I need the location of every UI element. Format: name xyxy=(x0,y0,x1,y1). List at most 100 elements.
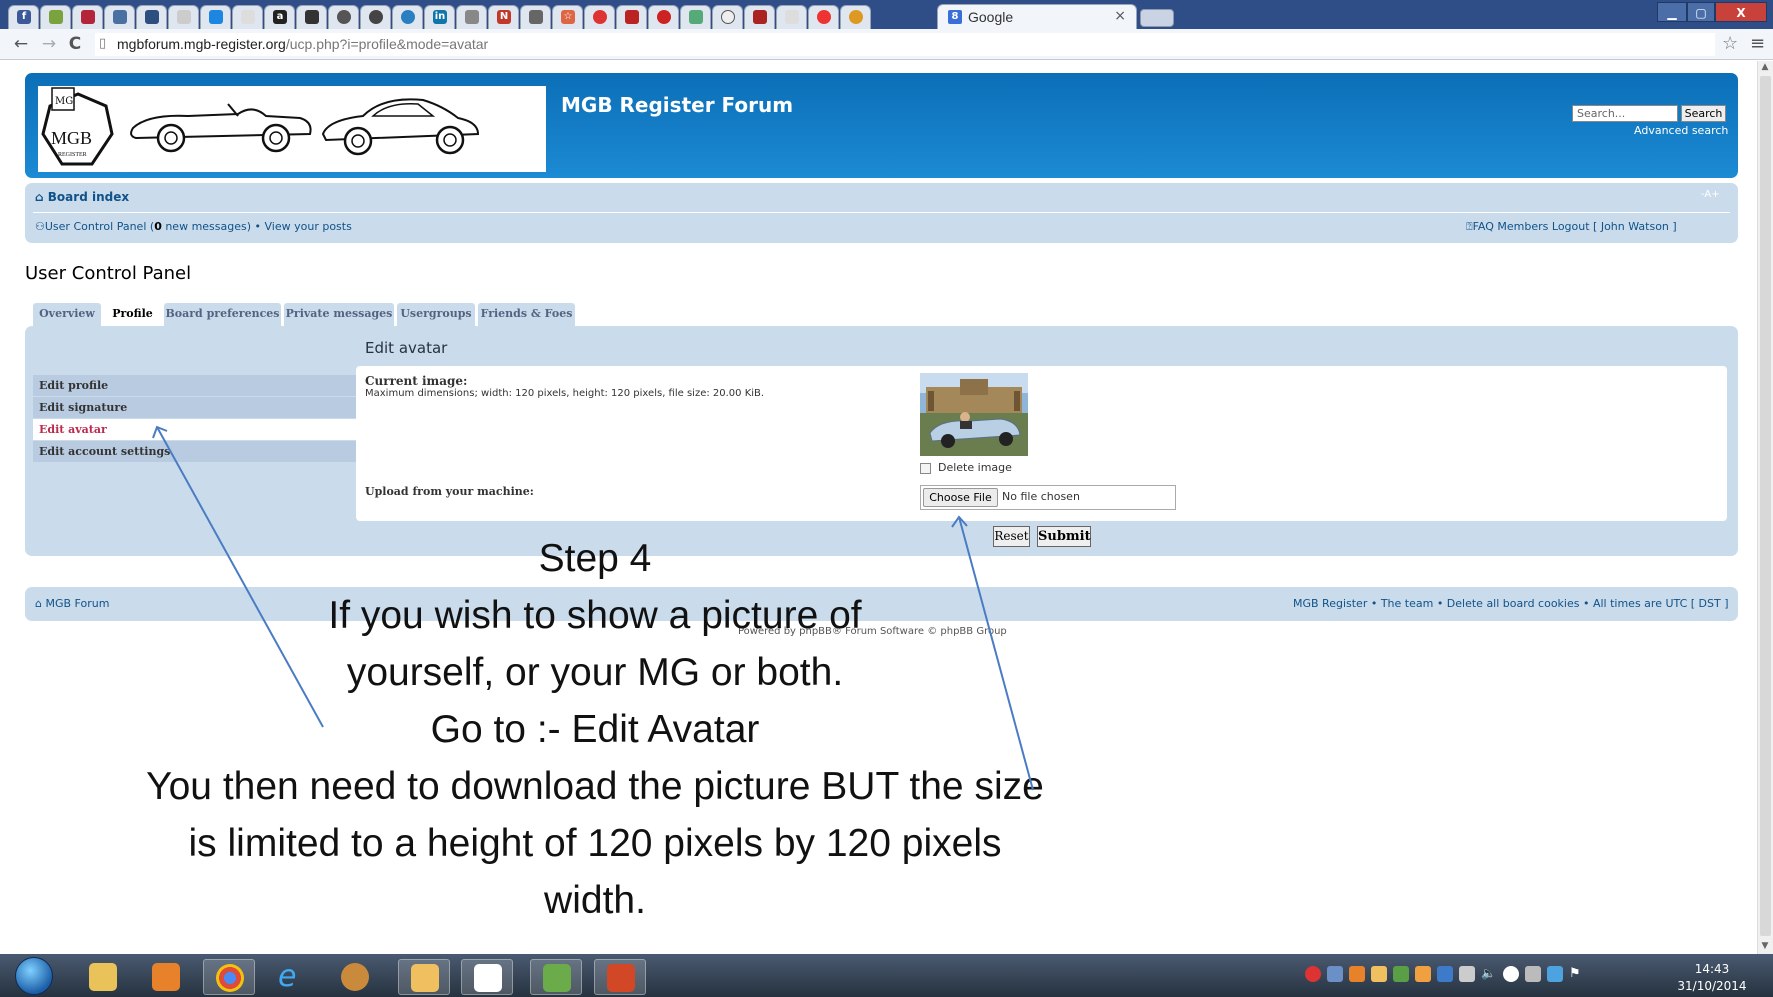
media-taskbar-icon[interactable] xyxy=(140,959,192,995)
explorer-taskbar-icon[interactable] xyxy=(77,959,129,995)
reload-icon[interactable]: C xyxy=(64,33,86,55)
user-links-text[interactable]: FAQ Members Logout [ John Watson ] xyxy=(1473,220,1677,233)
back-icon[interactable]: ← xyxy=(10,33,32,55)
scrollbar-thumb[interactable] xyxy=(1760,76,1771,936)
view-posts-link[interactable]: View your posts xyxy=(265,220,352,233)
browser-tab[interactable] xyxy=(680,5,711,29)
close-window-button[interactable]: X xyxy=(1715,2,1767,22)
browser-tab[interactable] xyxy=(840,5,871,29)
browser-tab[interactable] xyxy=(648,5,679,29)
maximize-button[interactable]: ▢ xyxy=(1687,2,1715,22)
antivirus-icon[interactable] xyxy=(1305,966,1321,982)
search-button[interactable]: Search xyxy=(1681,105,1726,122)
internet-explorer-icon: e xyxy=(278,959,297,994)
new-messages-label[interactable]: new messages) • xyxy=(162,220,265,233)
sidebar-item-edit-signature[interactable]: Edit signature xyxy=(33,397,356,418)
browser-tab[interactable]: in xyxy=(424,5,455,29)
volume-icon[interactable]: 🔈 xyxy=(1481,966,1497,982)
taskbar-clock[interactable]: 14:43 31/10/2014 xyxy=(1672,961,1752,995)
browser-menu-icon[interactable]: ≡ xyxy=(1750,33,1765,54)
sidebar-item-edit-avatar[interactable]: Edit avatar xyxy=(33,419,356,440)
powerpoint-taskbar-icon[interactable] xyxy=(594,959,646,995)
ie-taskbar-icon[interactable]: e xyxy=(266,959,318,995)
network-icon[interactable] xyxy=(1459,966,1475,982)
tab-profile[interactable]: Profile xyxy=(104,303,161,327)
tray-app-icon[interactable] xyxy=(1393,966,1409,982)
star-icon: ☆ xyxy=(561,10,575,24)
browser-tab[interactable] xyxy=(744,5,775,29)
choose-file-button[interactable]: Choose File xyxy=(923,488,998,507)
tray-app-icon[interactable] xyxy=(1437,966,1453,982)
browser-tab[interactable] xyxy=(520,5,551,29)
browser-tab[interactable]: a xyxy=(264,5,295,29)
bookmark-star-icon[interactable]: ☆ xyxy=(1722,33,1738,54)
tray-mail-icon[interactable] xyxy=(1371,966,1387,982)
scroll-down-icon[interactable]: ▼ xyxy=(1758,941,1772,951)
tab-usergroups[interactable]: Usergroups xyxy=(397,303,475,326)
browser-tab[interactable] xyxy=(616,5,647,29)
tray-app-icon[interactable] xyxy=(1525,966,1541,982)
font-size-control[interactable]: -A+ xyxy=(1701,189,1720,200)
browser-tab[interactable] xyxy=(392,5,423,29)
instruction-annotation: Step 4 If you wish to show a picture of … xyxy=(60,530,1130,929)
tray-app-icon[interactable] xyxy=(1327,966,1343,982)
address-bar[interactable]: ▯ mgbforum.mgb-register.org/ucp.php?i=pr… xyxy=(95,33,1715,56)
browser-tab[interactable] xyxy=(584,5,615,29)
browser-tab[interactable] xyxy=(296,5,327,29)
chrome-taskbar-icon[interactable] xyxy=(203,959,255,995)
board-index-label: Board index xyxy=(47,190,130,204)
minimize-button[interactable]: ▁ xyxy=(1657,2,1687,22)
sidebar-item-edit-profile[interactable]: Edit profile xyxy=(33,375,356,396)
tab-board-preferences[interactable]: Board preferences xyxy=(164,303,281,326)
browser-tab[interactable] xyxy=(136,5,167,29)
site-icon xyxy=(625,10,639,24)
tab-friends-foes[interactable]: Friends & Foes xyxy=(478,303,575,326)
forward-icon[interactable]: → xyxy=(38,33,60,55)
browser-tab[interactable] xyxy=(456,5,487,29)
browser-tab[interactable] xyxy=(168,5,199,29)
dropbox-tray-icon[interactable] xyxy=(1547,966,1563,982)
maps-taskbar-icon[interactable] xyxy=(530,959,582,995)
chrome-icon xyxy=(216,964,244,992)
tray-app-icon[interactable] xyxy=(1349,966,1365,982)
mail-taskbar-icon[interactable] xyxy=(398,959,450,995)
start-button[interactable] xyxy=(15,957,53,995)
search-input[interactable]: Search... xyxy=(1572,105,1678,122)
tab-overview[interactable]: Overview xyxy=(33,303,101,326)
browser-tab[interactable] xyxy=(104,5,135,29)
scroll-up-icon[interactable]: ▲ xyxy=(1758,62,1772,72)
tab-private-messages[interactable]: Private messages xyxy=(284,303,394,326)
browser-tab[interactable] xyxy=(72,5,103,29)
sidebar-item-edit-account-settings[interactable]: Edit account settings xyxy=(33,441,356,462)
browser-tab[interactable] xyxy=(328,5,359,29)
browser-tab[interactable]: ☆ xyxy=(552,5,583,29)
user-links[interactable]: ⍰FAQ Members Logout [ John Watson ] xyxy=(1466,220,1677,234)
browser-tab[interactable] xyxy=(360,5,391,29)
browser-tab[interactable] xyxy=(232,5,263,29)
tray-app-icon[interactable] xyxy=(1503,966,1519,982)
tray-app-icon[interactable] xyxy=(1415,966,1431,982)
delete-image-label[interactable]: Delete image xyxy=(938,461,1012,474)
site-icon xyxy=(689,10,703,24)
advanced-search-link[interactable]: Advanced search xyxy=(1634,124,1728,137)
browser-tab[interactable]: N xyxy=(488,5,519,29)
site-icon xyxy=(753,10,767,24)
browser-tab[interactable] xyxy=(40,5,71,29)
browser-tab-active[interactable]: 8 Google × xyxy=(937,4,1137,29)
dropbox-taskbar-icon[interactable] xyxy=(461,959,513,995)
browser-tab[interactable] xyxy=(808,5,839,29)
browser-tab[interactable] xyxy=(200,5,231,29)
footer-links[interactable]: MGB Register • The team • Delete all boa… xyxy=(1293,597,1729,610)
new-tab-button[interactable] xyxy=(1140,9,1174,27)
site-logo[interactable]: MG MGB REGISTER xyxy=(38,86,546,172)
flag-icon[interactable]: ⚑ xyxy=(1569,966,1585,982)
board-index-link[interactable]: ⌂ Board index xyxy=(35,190,129,204)
browser-tab[interactable] xyxy=(776,5,807,29)
paint-taskbar-icon[interactable] xyxy=(329,959,381,995)
ucp-link[interactable]: User Control Panel xyxy=(45,220,147,233)
site-icon xyxy=(465,10,479,24)
browser-tab[interactable]: f xyxy=(8,5,39,29)
delete-image-checkbox[interactable] xyxy=(920,463,931,474)
browser-tab[interactable] xyxy=(712,5,743,29)
close-icon[interactable]: × xyxy=(1114,8,1126,24)
